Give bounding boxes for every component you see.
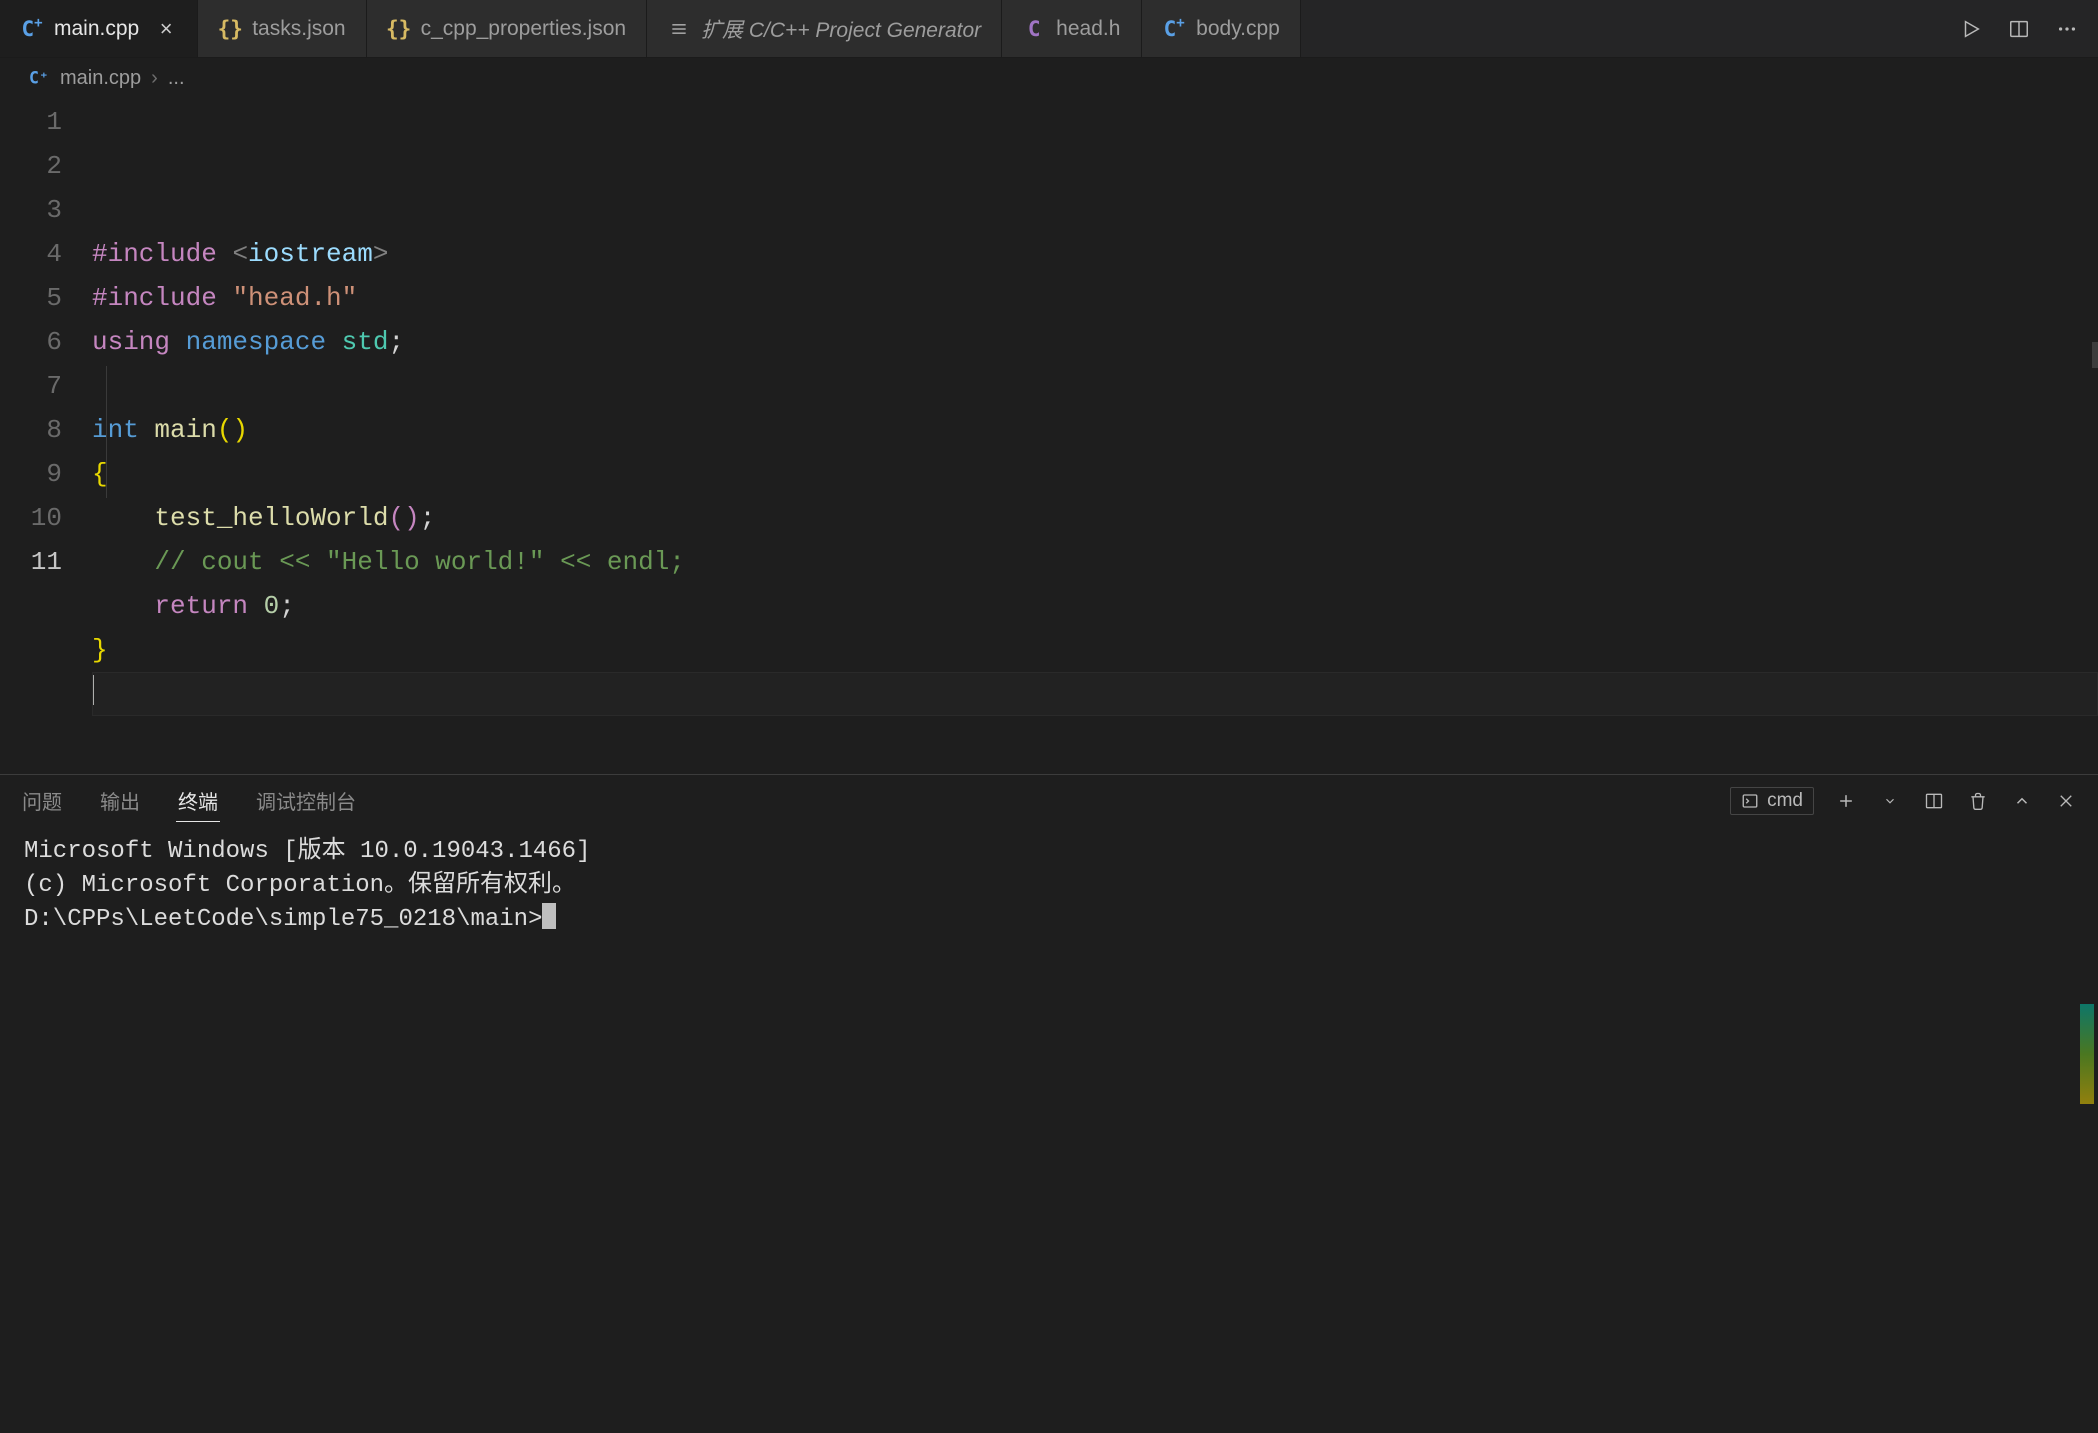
close-tab-icon[interactable]: × <box>155 18 177 40</box>
more-icon[interactable] <box>2054 16 2080 42</box>
code-line[interactable]: { <box>92 452 2098 496</box>
svg-text:C⁺: C⁺ <box>29 69 49 88</box>
panel-actions: cmd <box>1730 787 2078 815</box>
bottom-panel: 问题输出终端调试控制台 cmd <box>0 774 2098 1433</box>
run-icon[interactable] <box>1958 16 1984 42</box>
minimap-overview <box>2080 1004 2094 1104</box>
header-file-icon: C <box>1022 17 1046 41</box>
json-file-icon: {} <box>387 17 411 41</box>
code-line[interactable]: #include <iostream> <box>92 232 2098 276</box>
code-editor[interactable]: 1234567891011 #include <iostream>#includ… <box>0 96 2098 774</box>
terminal-shell-label: cmd <box>1767 790 1803 812</box>
terminal-dropdown-icon[interactable] <box>1878 789 1902 813</box>
editor-tab[interactable]: C+ body.cpp <box>1142 0 1301 57</box>
panel-tab-bar: 问题输出终端调试控制台 cmd <box>0 775 2098 827</box>
code-line[interactable]: using namespace std; <box>92 320 2098 364</box>
json-file-icon: {} <box>218 17 242 41</box>
code-line[interactable]: #include "head.h" <box>92 276 2098 320</box>
panel-tab[interactable]: 输出 <box>98 780 142 821</box>
line-number: 9 <box>0 452 62 496</box>
terminal-cursor <box>542 903 556 929</box>
split-terminal-icon[interactable] <box>1922 789 1946 813</box>
line-number: 3 <box>0 188 62 232</box>
line-number: 10 <box>0 496 62 540</box>
breadcrumb-trail: ... <box>168 67 185 90</box>
breadcrumb[interactable]: C⁺ main.cpp › ... <box>0 58 2098 96</box>
cpp-file-icon: C+ <box>1162 17 1186 41</box>
editor-tab[interactable]: {} c_cpp_properties.json <box>367 0 647 57</box>
code-line[interactable]: // cout << "Hello world!" << endl; <box>92 540 2098 584</box>
code-area[interactable]: #include <iostream>#include "head.h"usin… <box>92 96 2098 774</box>
terminal-line: D:\CPPs\LeetCode\simple75_0218\main> <box>24 903 2074 937</box>
code-line[interactable]: return 0; <box>92 584 2098 628</box>
breadcrumb-file: main.cpp <box>60 67 141 90</box>
terminal-shell-selector[interactable]: cmd <box>1730 787 1814 815</box>
code-line[interactable] <box>92 672 2098 716</box>
split-editor-icon[interactable] <box>2006 16 2032 42</box>
line-number-gutter: 1234567891011 <box>0 96 92 774</box>
line-number: 8 <box>0 408 62 452</box>
line-number: 5 <box>0 276 62 320</box>
editor-tab[interactable]: C+ main.cpp × <box>0 0 198 57</box>
panel-tab[interactable]: 终端 <box>176 780 220 822</box>
tab-label: 扩展 C/C++ Project Generator <box>701 14 981 44</box>
new-terminal-icon[interactable] <box>1834 789 1858 813</box>
code-line[interactable] <box>92 364 2098 408</box>
panel-tab[interactable]: 问题 <box>20 780 64 821</box>
code-line[interactable]: } <box>92 628 2098 672</box>
terminal-line: Microsoft Windows [版本 10.0.19043.1466] <box>24 835 2074 869</box>
indent-guide <box>106 366 107 498</box>
line-number: 7 <box>0 364 62 408</box>
cpp-file-icon: C+ <box>20 17 44 41</box>
breadcrumb-separator: › <box>149 67 160 90</box>
tab-label: c_cpp_properties.json <box>421 17 626 41</box>
tab-label: main.cpp <box>54 17 139 41</box>
editor-tab[interactable]: {} tasks.json <box>198 0 366 57</box>
text-caret <box>92 675 94 705</box>
kill-terminal-icon[interactable] <box>1966 789 1990 813</box>
code-line[interactable]: int main() <box>92 408 2098 452</box>
extension-icon <box>667 17 691 41</box>
tab-label: head.h <box>1056 17 1120 41</box>
terminal-output[interactable]: Microsoft Windows [版本 10.0.19043.1466](c… <box>0 827 2098 1433</box>
line-number: 1 <box>0 100 62 144</box>
editor-tab[interactable]: Chead.h <box>1002 0 1142 57</box>
line-number: 11 <box>0 540 62 584</box>
tab-label: body.cpp <box>1196 17 1280 41</box>
code-line[interactable]: test_helloWorld(); <box>92 496 2098 540</box>
editor-tab-bar: C+ main.cpp × {} tasks.json {} c_cpp_propertie… <box>0 0 2098 58</box>
maximize-panel-icon[interactable] <box>2010 789 2034 813</box>
line-number: 2 <box>0 144 62 188</box>
panel-tab[interactable]: 调试控制台 <box>254 780 358 821</box>
line-number: 6 <box>0 320 62 364</box>
tab-bar-actions <box>1958 0 2098 57</box>
overview-ruler[interactable] <box>2078 96 2098 774</box>
cpp-file-icon: C⁺ <box>28 66 52 90</box>
close-panel-icon[interactable] <box>2054 789 2078 813</box>
line-number: 4 <box>0 232 62 276</box>
terminal-line: (c) Microsoft Corporation。保留所有权利。 <box>24 869 2074 903</box>
tab-label: tasks.json <box>252 17 345 41</box>
editor-tab[interactable]: 扩展 C/C++ Project Generator <box>647 0 1002 57</box>
